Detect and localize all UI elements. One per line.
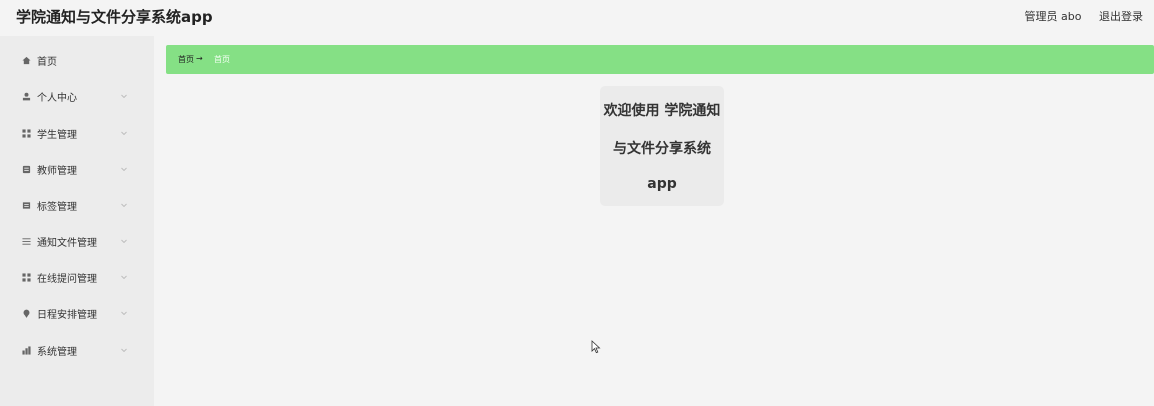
welcome-text-line: app: [647, 176, 677, 192]
person-icon: [21, 91, 31, 101]
chevron-down-icon: [121, 94, 127, 99]
sidebar-item-label: 学生管理: [37, 129, 77, 141]
sidebar-item-label: 首页: [37, 56, 57, 68]
welcome-text-line: 欢迎使用 学院通知: [603, 103, 721, 119]
sidebar-item-label: 系统管理: [37, 346, 77, 358]
sidebar-item-online-questions[interactable]: 在线提问管理: [0, 259, 154, 295]
chevron-down-icon: [121, 348, 127, 353]
top-bar: 学院通知与文件分享系统app 管理员 abo 退出登录: [0, 0, 1154, 30]
pin-icon: [21, 308, 31, 318]
grid-icon: [21, 272, 31, 282]
breadcrumb-separator: →: [196, 54, 203, 63]
chevron-down-icon: [121, 167, 127, 172]
welcome-text-line: 与文件分享系统: [613, 141, 711, 157]
welcome-card: 欢迎使用 学院通知 与文件分享系统 app: [600, 86, 724, 206]
sidebar-item-label: 在线提问管理: [37, 273, 97, 285]
book-icon: [21, 164, 31, 174]
list-icon: [21, 236, 31, 246]
header-actions: 管理员 abo 退出登录: [1011, 8, 1143, 24]
sidebar-item-home[interactable]: 首页: [0, 42, 154, 78]
chevron-down-icon: [121, 239, 127, 244]
grid-icon: [21, 128, 31, 138]
sidebar-item-label: 标签管理: [37, 201, 77, 213]
sidebar-item-label: 教师管理: [37, 165, 77, 177]
settings-icon: [21, 345, 31, 355]
sidebar-item-notice-files[interactable]: 通知文件管理: [0, 223, 154, 259]
mouse-cursor-icon: [591, 340, 601, 354]
current-user: 管理员 abo: [1024, 10, 1082, 23]
sidebar-item-teachers[interactable]: 教师管理: [0, 151, 154, 187]
sidebar-item-system[interactable]: 系统管理: [0, 332, 154, 368]
sidebar-item-tags[interactable]: 标签管理: [0, 187, 154, 223]
logout-button[interactable]: 退出登录: [1099, 10, 1143, 23]
breadcrumb: 首页 → 首页: [166, 45, 1154, 74]
breadcrumb-current: 首页: [214, 55, 230, 64]
sidebar-item-label: 个人中心: [37, 92, 77, 104]
home-icon: [21, 55, 31, 65]
sidebar-item-personal-center[interactable]: 个人中心: [0, 78, 154, 114]
chevron-down-icon: [121, 311, 127, 316]
chevron-down-icon: [121, 275, 127, 280]
sidebar-item-label: 日程安排管理: [37, 309, 97, 321]
tag-icon: [21, 200, 31, 210]
app-title: 学院通知与文件分享系统app: [16, 8, 213, 26]
sidebar-item-students[interactable]: 学生管理: [0, 115, 154, 151]
chevron-down-icon: [121, 131, 127, 136]
sidebar-item-schedule[interactable]: 日程安排管理: [0, 295, 154, 331]
sidebar-item-label: 通知文件管理: [37, 237, 97, 249]
breadcrumb-home-link[interactable]: 首页: [178, 54, 194, 65]
chevron-down-icon: [121, 203, 127, 208]
sidebar: 首页 个人中心 学生管理 教师管理 标签管理 通知文件管理 在线提问管理 日程安…: [0, 36, 154, 406]
